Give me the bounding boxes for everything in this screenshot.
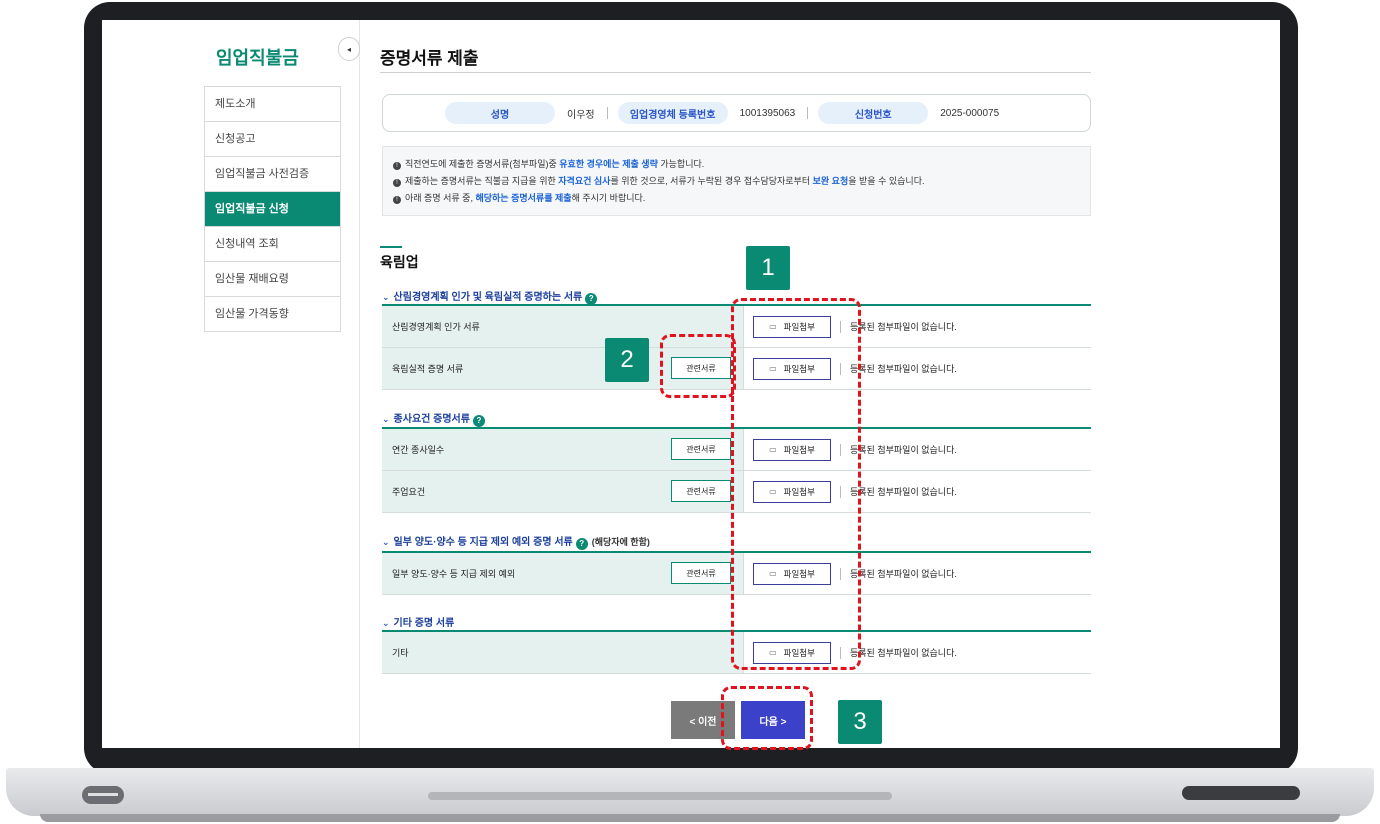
annotation-highlight-attach: [731, 298, 861, 670]
divider: [606, 107, 608, 119]
file-status: 등록된 첨부파일이 없습니다.: [850, 322, 957, 332]
annotation-badge-1: 1: [746, 246, 790, 290]
laptop-base: [0, 768, 1380, 824]
chevron-down-icon: ⌄: [382, 414, 390, 424]
related-docs-button[interactable]: 관련서류: [671, 480, 731, 502]
sidebar-item-history[interactable]: 신청내역 조회: [205, 227, 340, 262]
application-label: 신청번호: [818, 102, 929, 124]
application-value: 2025-000075: [940, 107, 1000, 119]
group-title: ⌄ 산림경영계획 인가 및 육림실적 증명하는 서류?: [382, 288, 598, 305]
sidebar-item-notice[interactable]: 신청공고: [205, 122, 340, 157]
file-status: 등록된 첨부파일이 없습니다.: [850, 364, 957, 374]
registration-value: 1001395063: [739, 107, 796, 119]
notice-line: ! 직전연도에 제출한 증명서류(첨부파일)중 유효한 경우에는 제출 생략 가능…: [393, 156, 1080, 173]
section-heading: 육림업: [380, 254, 419, 270]
registration-label: 임업경영체 등록번호: [617, 102, 728, 124]
notice-line: ! 제출하는 증명서류는 직불금 지급을 위한 자격요건 심사를 위한 것으로, …: [393, 173, 1080, 190]
info-icon: !: [393, 196, 401, 204]
chevron-down-icon: ⌄: [382, 537, 390, 547]
chevron-down-icon: ⌄: [382, 618, 390, 628]
row-label: 주업요건 관련서류: [382, 471, 744, 512]
name-value: 이우정: [567, 109, 595, 121]
annotation-badge-3: 3: [838, 700, 882, 744]
help-icon[interactable]: ?: [575, 538, 588, 550]
notice-line: ! 아래 증명 서류 중, 해당하는 증명서류를 제출해 주시기 바랍니다.: [393, 190, 1080, 207]
group-title: ⌄ 종사요건 증명서류?: [382, 410, 485, 427]
sidebar-item-apply[interactable]: 임업직불금 신청: [205, 192, 340, 227]
file-status: 등록된 첨부파일이 없습니다.: [850, 648, 957, 658]
related-docs-button[interactable]: 관련서류: [671, 438, 731, 460]
annotation-highlight-next: [721, 686, 813, 750]
help-icon[interactable]: ?: [472, 415, 485, 427]
related-docs-button[interactable]: 관련서류: [671, 562, 731, 584]
sidebar: 임업직불금 ◂ 제도소개 신청공고 임업직불금 사전검증 임업직불금 신청 신청…: [102, 20, 360, 748]
info-icon: !: [393, 179, 401, 187]
port-icon: [1182, 786, 1300, 800]
group-title: ⌄ 기타 증명 서류: [382, 618, 455, 629]
page-title: 증명서류 제출: [380, 49, 479, 68]
row-label: 일부 양도·양수 등 지급 제외 예외 관련서류: [382, 553, 744, 594]
file-status: 등록된 첨부파일이 없습니다.: [850, 487, 957, 497]
port-icon: [82, 786, 124, 804]
chevron-left-icon: ◂: [346, 44, 351, 54]
annotation-badge-2: 2: [605, 338, 649, 382]
name-label: 성명: [445, 102, 555, 124]
base-edge: [40, 814, 1340, 822]
sidebar-collapse-button[interactable]: ◂: [338, 37, 360, 61]
divider: [807, 107, 809, 119]
sidebar-title: 임업직불금: [216, 48, 299, 68]
sidebar-item-intro[interactable]: 제도소개: [205, 87, 340, 122]
base-slot: [428, 792, 892, 800]
group-title: ⌄ 일부 양도·양수 등 지급 제외 예외 증명 서류? (해당자에 한함): [382, 537, 650, 550]
file-status: 등록된 첨부파일이 없습니다.: [850, 569, 957, 579]
chevron-down-icon: ⌄: [382, 292, 390, 302]
sidebar-item-cultivation[interactable]: 임산물 재배요령: [205, 262, 340, 297]
file-status: 등록된 첨부파일이 없습니다.: [850, 445, 957, 455]
sidebar-menu: 제도소개 신청공고 임업직불금 사전검증 임업직불금 신청 신청내역 조회 임산…: [204, 86, 341, 332]
notice-box: ! 직전연도에 제출한 증명서류(첨부파일)중 유효한 경우에는 제출 생략 가능…: [382, 146, 1091, 216]
sidebar-item-prices[interactable]: 임산물 가격동향: [205, 297, 340, 332]
info-icon: !: [393, 162, 401, 170]
title-divider: [380, 72, 1091, 73]
row-label: 연간 종사일수 관련서류: [382, 429, 744, 470]
section-marker: [380, 246, 402, 248]
row-label: 기타: [382, 632, 744, 673]
applicant-info: 성명 이우정 임업경영체 등록번호 1001395063 신청번호 2025-0…: [382, 94, 1091, 132]
sidebar-item-precheck[interactable]: 임업직불금 사전검증: [205, 157, 340, 192]
annotation-highlight-related: [660, 334, 736, 398]
